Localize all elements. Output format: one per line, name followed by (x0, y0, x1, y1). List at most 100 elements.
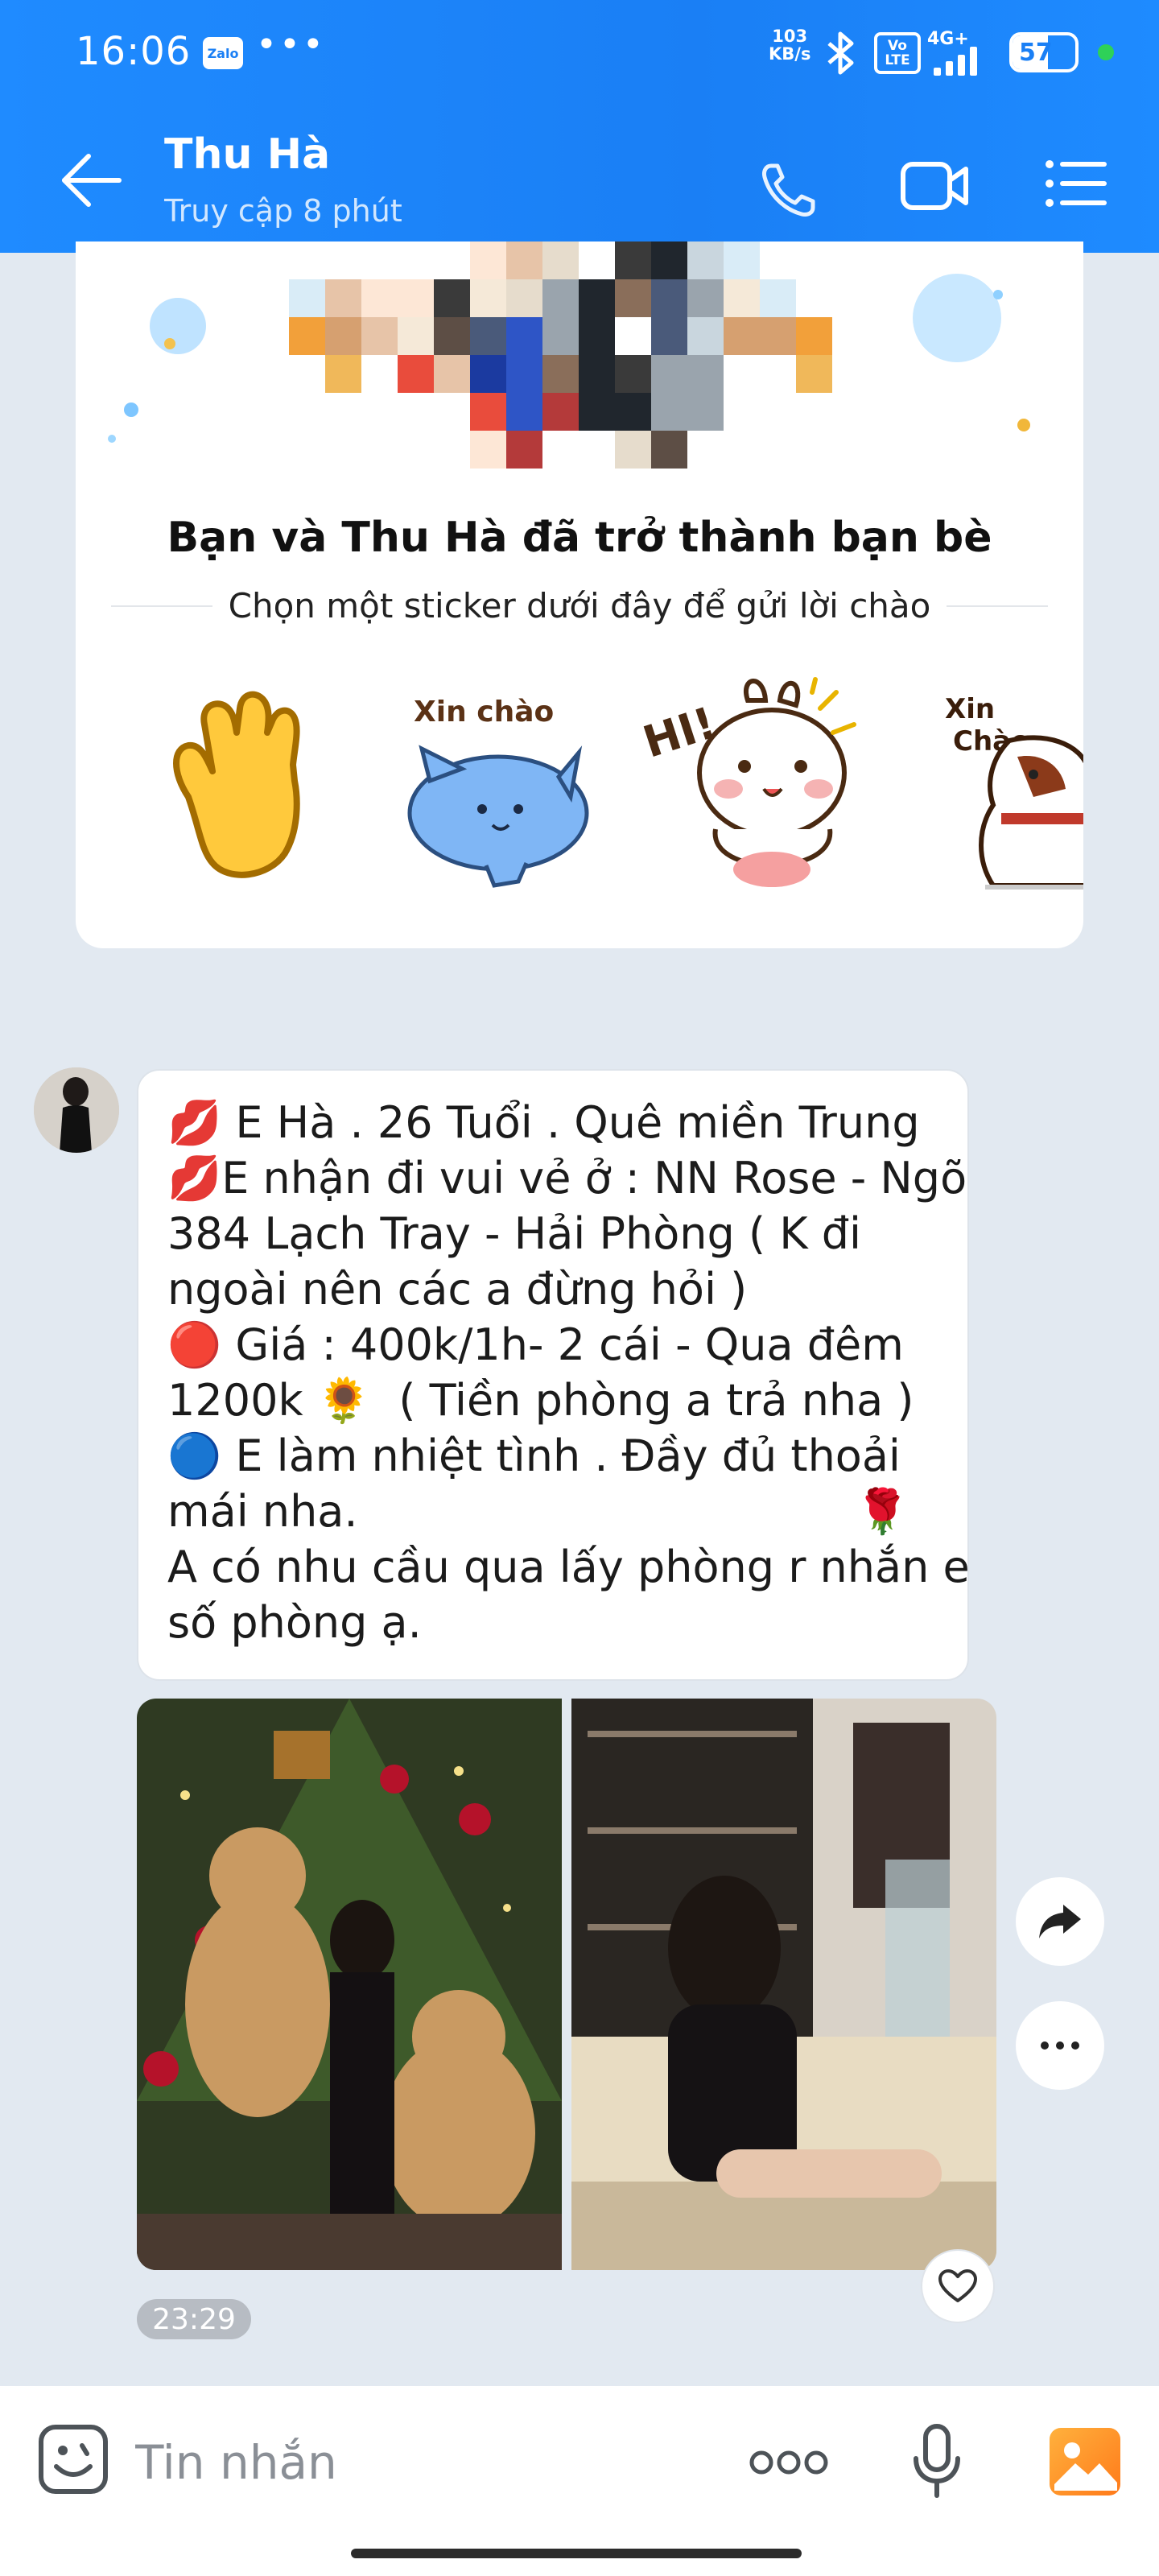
dog-sticker[interactable]: Xin Chào (921, 676, 1083, 902)
avatar-pixel (361, 317, 398, 355)
voice-call-button[interactable] (755, 158, 827, 222)
avatar-pixel (579, 393, 615, 431)
sticker-row: Xin chào HI! Xin Chào (76, 676, 1083, 918)
contact-name[interactable]: Thu Hà (164, 130, 330, 179)
avatar-pixel (325, 242, 361, 279)
friend-card-subtitle-row: Chọn một sticker dưới đây để gửi lời chà… (111, 586, 1048, 625)
avatar-pixel (542, 242, 579, 279)
more-tools-button[interactable] (749, 2442, 829, 2483)
christmas-tree-photo[interactable] (137, 1699, 562, 2270)
avatar-pixel (724, 393, 760, 431)
avatar-pixel (470, 431, 506, 469)
avatar-pixel (361, 242, 398, 279)
avatar-pixel (470, 242, 506, 279)
status-time: 16:06 (76, 29, 192, 74)
avatar-pixel (615, 279, 651, 317)
microphone-button[interactable] (911, 2423, 963, 2499)
battery-level: 57 (1019, 39, 1053, 67)
sticker-text: Xin (945, 693, 995, 725)
avatar-pixel (289, 393, 325, 431)
avatar-pixel (542, 393, 579, 431)
avatar-pixel (325, 431, 361, 469)
avatar-pixel (615, 242, 651, 279)
confetti (913, 274, 1001, 362)
avatar-pixel (542, 355, 579, 393)
photo-album (137, 1699, 996, 2270)
sticker-text: Xin chào (414, 696, 554, 729)
forward-button[interactable] (1016, 1877, 1104, 1966)
avatar-pixel (289, 279, 325, 317)
avatar-pixel (542, 279, 579, 317)
friend-card-title: Bạn và Thu Hà đã trở thành bạn bè (167, 514, 992, 562)
avatar-pixel (253, 393, 289, 431)
confetti (108, 435, 116, 443)
avatar-pixel (615, 393, 651, 431)
friend-card-subtitle: Chọn một sticker dưới đây để gửi lời chà… (228, 586, 931, 625)
confetti (150, 298, 206, 354)
volte-icon: Vo LTE (874, 32, 921, 74)
avatar-pixel (506, 317, 542, 355)
avatar-pixel (398, 393, 434, 431)
avatar-pixel (687, 393, 724, 431)
video-call-button[interactable] (900, 158, 969, 214)
confetti (124, 402, 138, 417)
back-button[interactable] (60, 151, 124, 209)
chat-screen: 16:06 Zalo ••• 103 KB/s Vo LTE 4G+ 57 Th… (0, 0, 1159, 2576)
network-speed-value: 103 (772, 27, 808, 46)
cafe-image (571, 1699, 996, 2270)
avatar-pixel (760, 242, 796, 279)
message-input[interactable] (135, 2426, 699, 2499)
avatar-pixel (398, 317, 434, 355)
avatar-pixel (506, 393, 542, 431)
home-indicator[interactable] (351, 2549, 802, 2558)
avatar-pixel (579, 279, 615, 317)
avatar-pixel (361, 279, 398, 317)
cafe-photo[interactable] (571, 1699, 996, 2270)
react-button[interactable] (921, 2249, 995, 2323)
confetti (1017, 419, 1030, 431)
avatar-pixel (868, 431, 905, 469)
avatar-pixel (361, 431, 398, 469)
chat-menu-button[interactable] (1045, 158, 1107, 209)
avatar-pixel (289, 431, 325, 469)
avatar-pixel (760, 317, 796, 355)
zalo-notification-icon: Zalo (203, 37, 243, 69)
avatar-pixel (253, 242, 289, 279)
battery-icon: 57 (1009, 32, 1079, 72)
blue-cat-sticker[interactable]: Xin chào (398, 676, 599, 902)
avatar-pixel (289, 355, 325, 393)
message-bubble[interactable]: 💋 E Hà . 26 Tuổi . Quê miền Trung 💋E nhậ… (137, 1069, 970, 1681)
avatar-pixel (289, 317, 325, 355)
avatar-pixel (724, 355, 760, 393)
sender-avatar[interactable] (34, 1067, 119, 1153)
avatar-pixel (687, 431, 724, 469)
avatar-pixel (651, 431, 687, 469)
avatar-pixel (687, 317, 724, 355)
avatar-pixel (687, 279, 724, 317)
avatar-pixel (615, 431, 651, 469)
avatar-pixel (470, 317, 506, 355)
avatar-pixel (470, 355, 506, 393)
waving-hand-sticker[interactable] (156, 676, 333, 902)
heart-icon (938, 2269, 977, 2302)
avatar-pixel (832, 393, 868, 431)
message-time: 23:29 (137, 2299, 251, 2339)
message-line: 1200k 🌻 ( Tiền phòng a trả nha ) (167, 1375, 914, 1426)
message-line: 384 Lạch Tray - Hải Phòng ( K đi (167, 1208, 862, 1259)
avatar-pixel (832, 355, 868, 393)
avatar-pixel (506, 242, 542, 279)
emoji-button[interactable] (37, 2423, 109, 2496)
avatar-pixel (832, 242, 868, 279)
gallery-button[interactable] (1048, 2426, 1122, 2497)
avatar-pixel (796, 242, 832, 279)
avatar-pixel (579, 431, 615, 469)
avatar-pixel (796, 355, 832, 393)
bunny-sticker[interactable]: HI! (643, 676, 860, 902)
avatar-pixel (687, 242, 724, 279)
avatar-pixel (868, 317, 905, 355)
avatar-pixel (253, 431, 289, 469)
avatar-pixel (687, 355, 724, 393)
avatar-pixel (724, 242, 760, 279)
avatar-pixel (796, 431, 832, 469)
message-more-button[interactable] (1016, 2001, 1104, 2090)
